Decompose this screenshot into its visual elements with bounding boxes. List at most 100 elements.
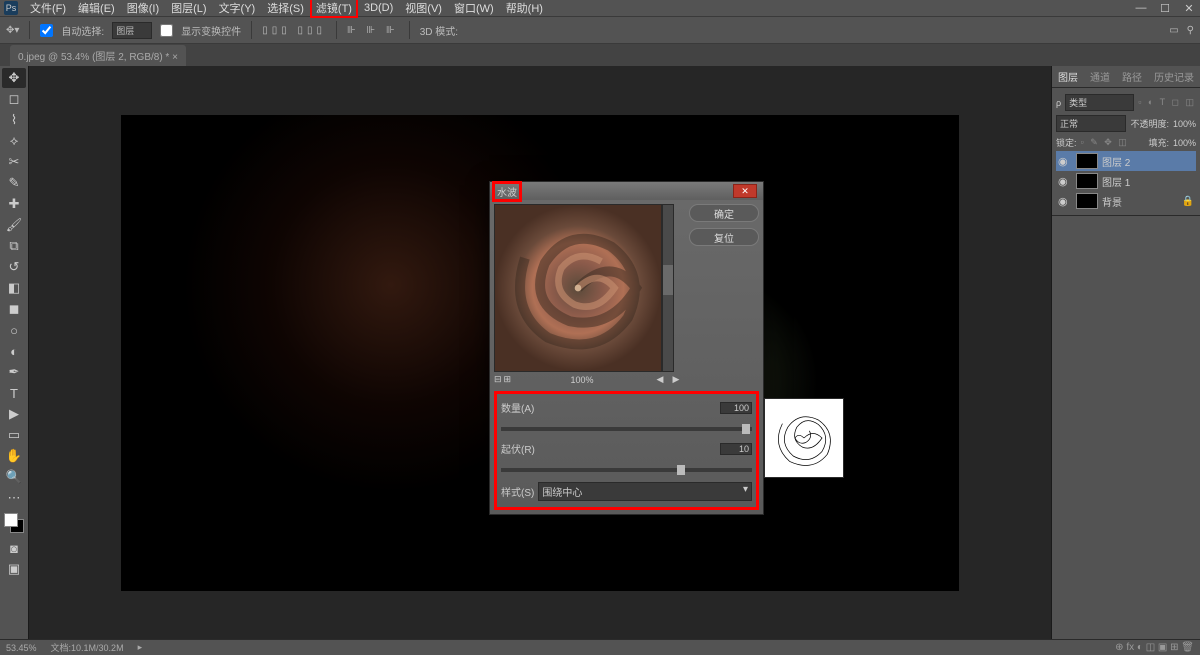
app-icon: Ps xyxy=(4,1,18,15)
tab-close-icon[interactable]: × xyxy=(172,52,178,63)
visibility-icon[interactable]: ◉ xyxy=(1058,175,1072,188)
show-transform-label: 显示变换控件 xyxy=(181,23,241,38)
history-brush-tool[interactable]: ↺ xyxy=(2,257,26,277)
type-tool[interactable]: T xyxy=(2,383,26,403)
crop-tool[interactable]: ✂ xyxy=(2,152,26,172)
options-bar: ✥▾ 自动选择: 图层 显示变换控件 ▯▯▯ ▯▯▯ ⊪ ⊪ ⊪ 3D 模式: … xyxy=(0,16,1200,44)
preview-left-icon[interactable]: ◀ xyxy=(653,374,667,385)
path-select-tool[interactable]: ▶ xyxy=(2,404,26,424)
ridge-slider[interactable] xyxy=(501,468,752,472)
preview-scrollbar-v[interactable] xyxy=(662,204,674,372)
gradient-tool[interactable]: ◼ xyxy=(2,299,26,319)
status-bar: 53.45% 文档:10.1M/30.2M ▸ ⊕ fx ◐ ◫ ▣ ⊞ 🗑 xyxy=(0,639,1200,655)
lock-icons[interactable]: ▫ ✎ ✥ ◫ xyxy=(1081,137,1129,148)
hand-tool[interactable]: ✋ xyxy=(2,446,26,466)
menu-window[interactable]: 窗口(W) xyxy=(448,0,500,17)
menu-layer[interactable]: 图层(L) xyxy=(165,0,212,17)
menu-file[interactable]: 文件(F) xyxy=(24,0,72,17)
show-transform-checkbox[interactable] xyxy=(160,24,173,37)
brush-tool[interactable]: 🖌 xyxy=(2,215,26,235)
layer-thumbnail[interactable] xyxy=(1076,173,1098,189)
color-swatch[interactable] xyxy=(4,513,24,533)
blend-mode-select[interactable]: 正常 xyxy=(1056,115,1126,132)
eraser-tool[interactable]: ◧ xyxy=(2,278,26,298)
filter-icons[interactable]: ▫ ◐ T ◻ ◫ xyxy=(1138,97,1196,108)
visibility-icon[interactable]: ◉ xyxy=(1058,155,1072,168)
menu-help[interactable]: 帮助(H) xyxy=(500,0,549,17)
lock-label: 锁定: xyxy=(1056,136,1077,149)
tab-layers[interactable]: 图层 xyxy=(1052,66,1084,87)
opacity-value[interactable]: 100% xyxy=(1173,119,1196,129)
layer-name[interactable]: 图层 1 xyxy=(1102,174,1130,189)
reset-button[interactable]: 复位 xyxy=(689,228,759,246)
shape-tool[interactable]: ▭ xyxy=(2,425,26,445)
dialog-titlebar[interactable]: 水波 ✕ xyxy=(490,182,763,200)
canvas-area[interactable]: 水波 ✕ xyxy=(28,66,1052,639)
window-minimize[interactable]: — xyxy=(1134,2,1148,15)
screenmode-tool[interactable]: ▣ xyxy=(2,559,26,579)
layer-name[interactable]: 图层 2 xyxy=(1102,154,1130,169)
auto-select-checkbox[interactable] xyxy=(40,24,53,37)
lasso-tool[interactable]: ⌇ xyxy=(2,110,26,130)
document-tab[interactable]: 0.jpeg @ 53.4% (图层 2, RGB/8) * × xyxy=(10,45,186,66)
window-close[interactable]: ✕ xyxy=(1182,2,1196,15)
visibility-icon[interactable]: ◉ xyxy=(1058,195,1072,208)
pen-tool[interactable]: ✒ xyxy=(2,362,26,382)
layer-thumbnail[interactable] xyxy=(1076,193,1098,209)
menu-select[interactable]: 选择(S) xyxy=(261,0,310,17)
panels: 图层 通道 路径 历史记录 ρ 类型 ▫ ◐ T ◻ ◫ 正常 不透明度: 10… xyxy=(1052,66,1200,639)
fill-value[interactable]: 100% xyxy=(1173,138,1196,148)
dodge-tool[interactable]: ◐ xyxy=(2,341,26,361)
menu-3d[interactable]: 3D(D) xyxy=(358,1,399,15)
layer-name[interactable]: 背景 xyxy=(1102,194,1122,209)
menu-edit[interactable]: 编辑(E) xyxy=(72,0,121,17)
menu-filter[interactable]: 滤镜(T) xyxy=(310,0,358,18)
ridge-value[interactable]: 10 xyxy=(720,443,752,455)
layer-row[interactable]: ◉ 图层 1 xyxy=(1056,171,1196,191)
layer-row[interactable]: ◉ 背景 🔒 xyxy=(1056,191,1196,211)
distribute-icons[interactable]: ⊪ ⊪ ⊪ xyxy=(347,25,399,36)
blur-tool[interactable]: ○ xyxy=(2,320,26,340)
zoom-in-icon[interactable]: ⊞ xyxy=(504,374,512,385)
healing-tool[interactable]: ✚ xyxy=(2,194,26,214)
style-select[interactable]: 围绕中心▾ xyxy=(538,482,752,501)
menu-type[interactable]: 文字(Y) xyxy=(213,0,262,17)
layer-row[interactable]: ◉ 图层 2 xyxy=(1056,151,1196,171)
amount-slider[interactable] xyxy=(501,427,752,431)
document-tab-bar: 0.jpeg @ 53.4% (图层 2, RGB/8) * × xyxy=(0,44,1200,66)
clone-tool[interactable]: ⧉ xyxy=(2,236,26,256)
layer-thumbnail[interactable] xyxy=(1076,153,1098,169)
pattern-thumbnail xyxy=(764,398,844,478)
dialog-preview[interactable] xyxy=(494,204,662,372)
style-label: 样式(S) xyxy=(501,484,534,499)
quickmask-tool[interactable]: ◙ xyxy=(2,538,26,558)
status-doc[interactable]: 文档:10.1M/30.2M xyxy=(51,641,124,654)
quick-select-tool[interactable]: ⟡ xyxy=(2,131,26,151)
dialog-params: 数量(A) 100 起伏(R) 10 样式(S) 围绕中心▾ xyxy=(494,391,759,510)
zoom-out-icon[interactable]: ⊟ xyxy=(494,374,502,385)
preview-right-icon[interactable]: ▶ xyxy=(669,374,683,385)
window-maximize[interactable]: ☐ xyxy=(1158,2,1172,15)
tab-channels[interactable]: 通道 xyxy=(1084,66,1116,87)
menu-image[interactable]: 图像(I) xyxy=(121,0,165,17)
3d-mode-label: 3D 模式: xyxy=(420,23,458,38)
zoom-tool[interactable]: 🔍 xyxy=(2,467,26,487)
dialog-close-button[interactable]: ✕ xyxy=(733,184,757,198)
status-zoom[interactable]: 53.45% xyxy=(6,643,37,653)
align-icons[interactable]: ▯▯▯ ▯▯▯ xyxy=(262,25,326,36)
amount-label: 数量(A) xyxy=(501,400,720,415)
search-icon[interactable]: ⚲ xyxy=(1187,25,1194,36)
marquee-tool[interactable]: ◻ xyxy=(2,89,26,109)
edit-toolbar[interactable]: ⋯ xyxy=(2,488,26,508)
tab-history[interactable]: 历史记录 xyxy=(1148,66,1200,87)
workspace-icon[interactable]: ▭ xyxy=(1169,25,1178,36)
layer-panel-footer-icons[interactable]: ⊕ fx ◐ ◫ ▣ ⊞ 🗑 xyxy=(1115,642,1194,653)
ok-button[interactable]: 确定 xyxy=(689,204,759,222)
layer-kind-filter[interactable]: 类型 xyxy=(1065,94,1134,111)
tab-paths[interactable]: 路径 xyxy=(1116,66,1148,87)
amount-value[interactable]: 100 xyxy=(720,402,752,414)
auto-select-target[interactable]: 图层 xyxy=(112,22,152,39)
menu-view[interactable]: 视图(V) xyxy=(399,0,448,17)
move-tool[interactable]: ✥ xyxy=(2,68,26,88)
eyedropper-tool[interactable]: ✎ xyxy=(2,173,26,193)
